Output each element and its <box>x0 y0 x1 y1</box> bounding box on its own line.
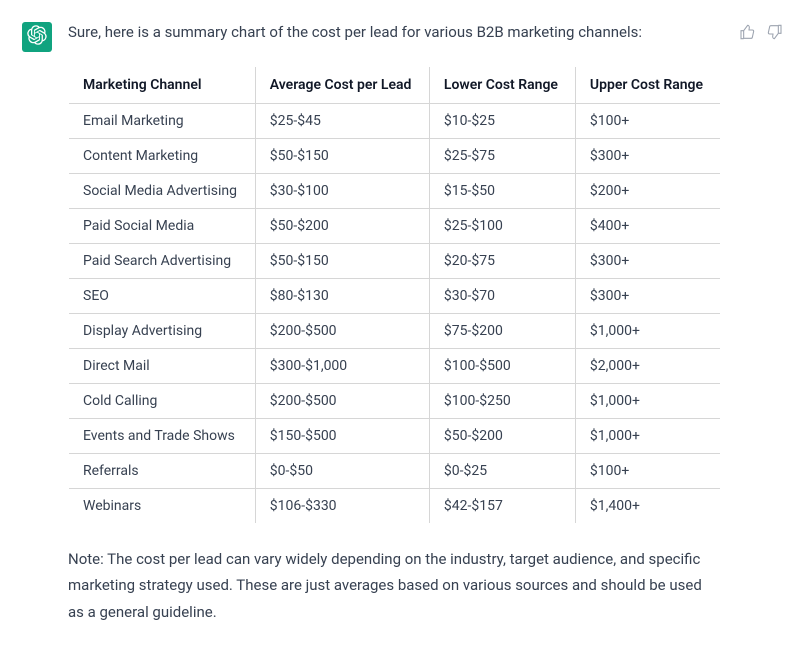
cell-lower: $50-$200 <box>429 419 575 454</box>
cell-upper: $300+ <box>575 279 720 314</box>
cell-upper: $300+ <box>575 139 720 174</box>
thumbs-down-icon <box>767 24 783 44</box>
table-row: SEO$80-$130$30-$70$300+ <box>69 279 721 314</box>
cell-avg: $50-$200 <box>255 209 429 244</box>
cell-lower: $20-$75 <box>429 244 575 279</box>
intro-text: Sure, here is a summary chart of the cos… <box>68 20 721 44</box>
table-row: Direct Mail$300-$1,000$100-$500$2,000+ <box>69 349 721 384</box>
message-content: Sure, here is a summary chart of the cos… <box>68 20 721 625</box>
cell-lower: $30-$70 <box>429 279 575 314</box>
cell-avg: $150-$500 <box>255 419 429 454</box>
cell-lower: $75-$200 <box>429 314 575 349</box>
cell-upper: $1,000+ <box>575 314 720 349</box>
table-row: Email Marketing$25-$45$10-$25$100+ <box>69 104 721 139</box>
cell-lower: $25-$75 <box>429 139 575 174</box>
cell-upper: $2,000+ <box>575 349 720 384</box>
cell-lower: $42-$157 <box>429 489 575 524</box>
cell-avg: $106-$330 <box>255 489 429 524</box>
assistant-avatar <box>22 22 52 52</box>
table-row: Content Marketing$50-$150$25-$75$300+ <box>69 139 721 174</box>
table-row: Referrals$0-$50$0-$25$100+ <box>69 454 721 489</box>
cell-channel: SEO <box>69 279 256 314</box>
cell-avg: $30-$100 <box>255 174 429 209</box>
cell-lower: $15-$50 <box>429 174 575 209</box>
col-header-lower: Lower Cost Range <box>429 67 575 104</box>
col-header-channel: Marketing Channel <box>69 67 256 104</box>
cell-channel: Display Advertising <box>69 314 256 349</box>
cell-avg: $80-$130 <box>255 279 429 314</box>
table-row: Display Advertising$200-$500$75-$200$1,0… <box>69 314 721 349</box>
cell-avg: $200-$500 <box>255 384 429 419</box>
cell-channel: Paid Search Advertising <box>69 244 256 279</box>
cell-avg: $50-$150 <box>255 139 429 174</box>
cell-avg: $25-$45 <box>255 104 429 139</box>
cell-lower: $25-$100 <box>429 209 575 244</box>
cell-avg: $200-$500 <box>255 314 429 349</box>
cell-channel: Events and Trade Shows <box>69 419 256 454</box>
col-header-avg: Average Cost per Lead <box>255 67 429 104</box>
cell-channel: Direct Mail <box>69 349 256 384</box>
table-row: Paid Social Media$50-$200$25-$100$400+ <box>69 209 721 244</box>
cell-channel: Webinars <box>69 489 256 524</box>
cell-channel: Email Marketing <box>69 104 256 139</box>
cell-upper: $300+ <box>575 244 720 279</box>
openai-logo-icon <box>27 25 47 49</box>
cell-channel: Cold Calling <box>69 384 256 419</box>
cell-avg: $50-$150 <box>255 244 429 279</box>
cell-channel: Paid Social Media <box>69 209 256 244</box>
cell-lower: $100-$250 <box>429 384 575 419</box>
cell-upper: $1,000+ <box>575 419 720 454</box>
cell-upper: $400+ <box>575 209 720 244</box>
cell-avg: $300-$1,000 <box>255 349 429 384</box>
message-actions <box>737 24 785 44</box>
table-row: Events and Trade Shows$150-$500$50-$200$… <box>69 419 721 454</box>
cell-channel: Social Media Advertising <box>69 174 256 209</box>
cell-channel: Referrals <box>69 454 256 489</box>
thumbs-up-button[interactable] <box>737 24 757 44</box>
cell-upper: $100+ <box>575 454 720 489</box>
table-row: Social Media Advertising$30-$100$15-$50$… <box>69 174 721 209</box>
cell-lower: $100-$500 <box>429 349 575 384</box>
cell-upper: $200+ <box>575 174 720 209</box>
table-row: Webinars$106-$330$42-$157$1,400+ <box>69 489 721 524</box>
cell-lower: $10-$25 <box>429 104 575 139</box>
thumbs-up-icon <box>739 24 755 44</box>
cost-per-lead-table: Marketing Channel Average Cost per Lead … <box>68 66 721 524</box>
note-text: Note: The cost per lead can vary widely … <box>68 546 721 625</box>
cell-avg: $0-$50 <box>255 454 429 489</box>
thumbs-down-button[interactable] <box>765 24 785 44</box>
table-row: Paid Search Advertising$50-$150$20-$75$3… <box>69 244 721 279</box>
table-header-row: Marketing Channel Average Cost per Lead … <box>69 67 721 104</box>
cell-lower: $0-$25 <box>429 454 575 489</box>
cell-upper: $100+ <box>575 104 720 139</box>
cell-upper: $1,400+ <box>575 489 720 524</box>
assistant-message: Sure, here is a summary chart of the cos… <box>22 20 785 625</box>
cell-upper: $1,000+ <box>575 384 720 419</box>
table-row: Cold Calling$200-$500$100-$250$1,000+ <box>69 384 721 419</box>
cell-channel: Content Marketing <box>69 139 256 174</box>
col-header-upper: Upper Cost Range <box>575 67 720 104</box>
